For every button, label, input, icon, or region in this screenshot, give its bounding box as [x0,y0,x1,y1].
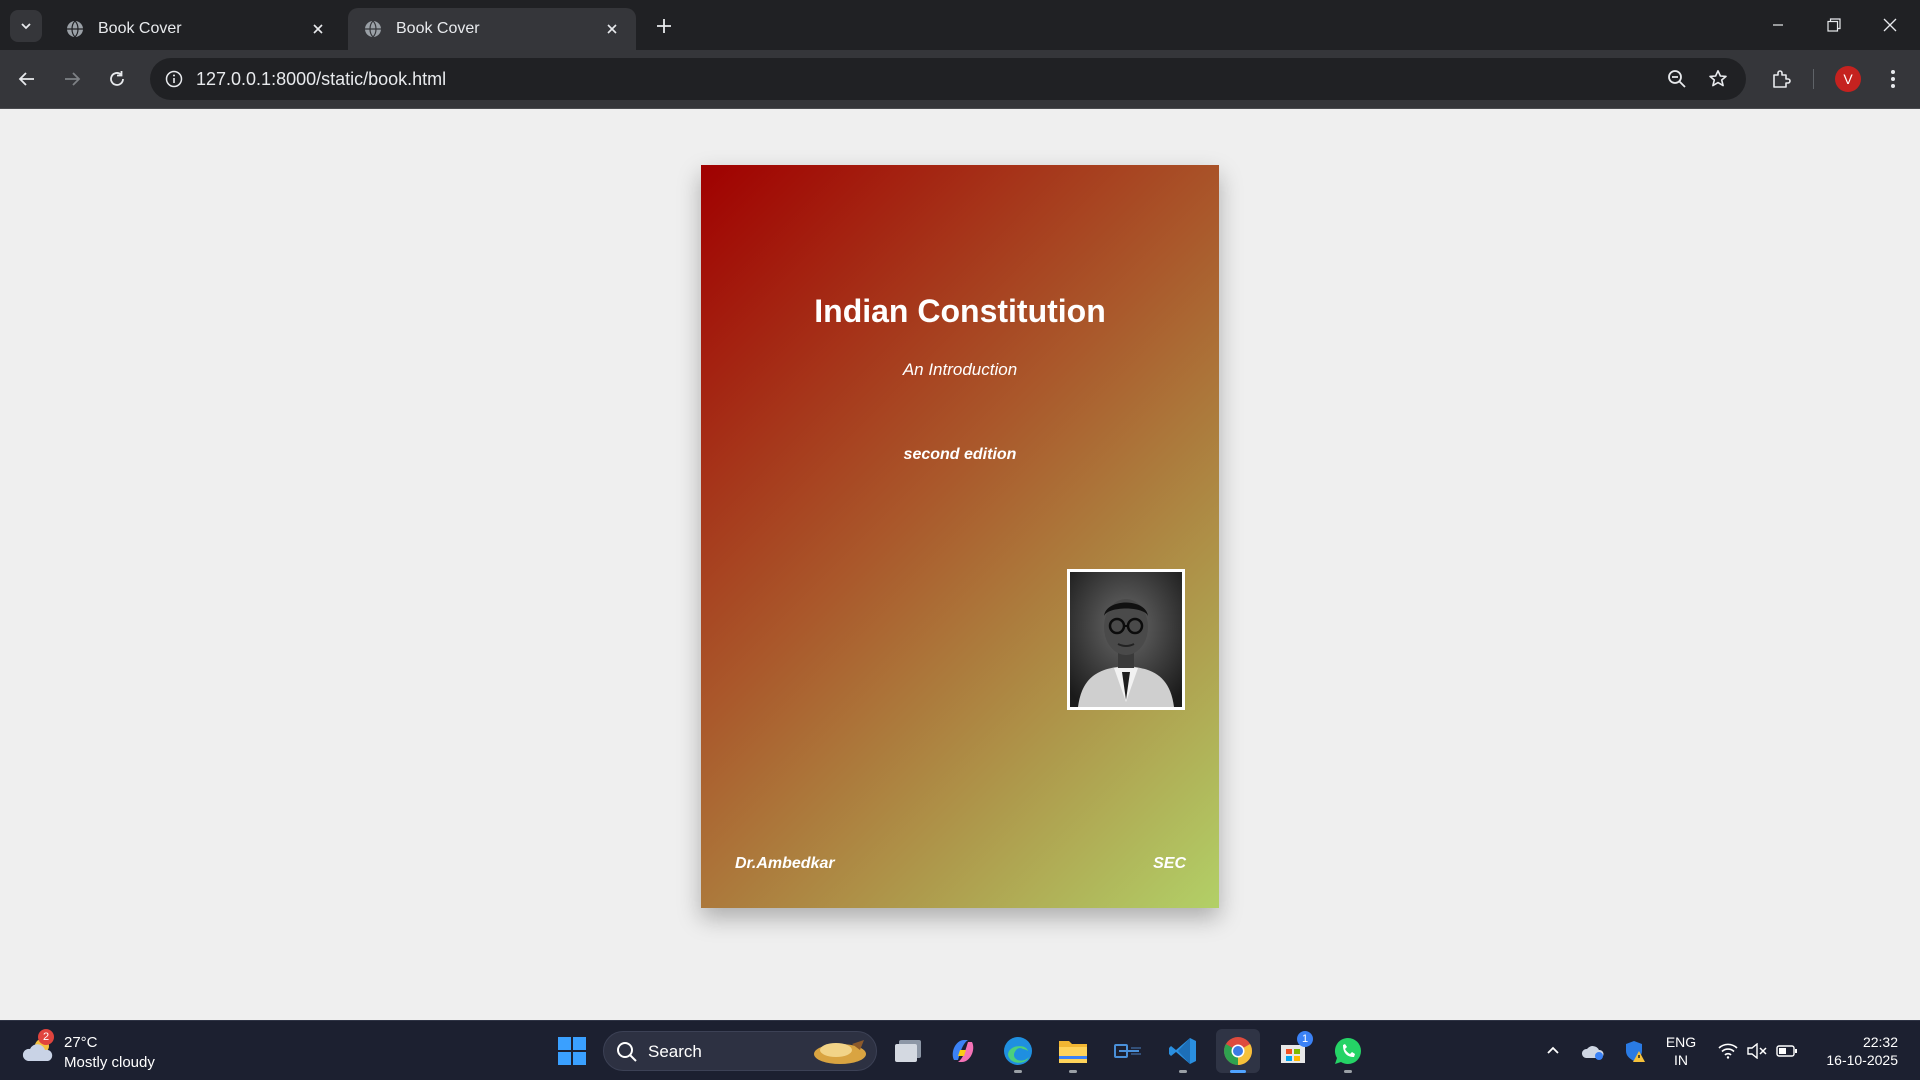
running-indicator [1230,1070,1246,1073]
start-button[interactable] [550,1029,594,1073]
close-tab-icon[interactable] [600,17,624,41]
chrome-button[interactable] [1216,1029,1260,1073]
book-author: Dr.Ambedkar [735,855,835,872]
browser-toolbar: 127.0.0.1:8000/static/book.html V [0,50,1920,109]
site-info-icon[interactable] [160,65,188,93]
restore-icon [1827,18,1841,32]
clock-date: 16-10-2025 [1826,1052,1898,1068]
arrow-left-icon [18,72,34,86]
minimize-button[interactable] [1750,0,1806,50]
language-code: ENG [1665,1034,1697,1050]
taskbar-search[interactable]: Search [603,1031,877,1071]
clock-time: 22:32 [1862,1034,1898,1050]
cloud-icon [1581,1046,1604,1060]
security-button[interactable] [1620,1021,1650,1080]
battery-icon [1776,1045,1797,1057]
region-code: IN [1674,1052,1688,1068]
battery-button[interactable] [1772,1021,1802,1080]
chevron-up-icon [1547,1046,1559,1054]
copilot-button[interactable] [941,1029,985,1073]
task-view-button[interactable] [886,1029,930,1073]
volume-button[interactable] [1742,1021,1772,1080]
wifi-button[interactable] [1713,1021,1743,1080]
search-highlight-icon [814,1040,866,1064]
shield-warning-icon [1626,1041,1645,1062]
puzzle-icon [1773,70,1791,88]
whatsapp-icon [1334,1037,1361,1065]
microsoft-store-button[interactable]: 1 [1271,1029,1315,1073]
vscode-button[interactable] [1161,1029,1205,1073]
running-indicator [1069,1070,1077,1073]
wifi-icon [1718,1043,1738,1059]
tab-title: Book Cover [98,20,182,37]
book-publisher: SEC [1153,855,1186,872]
snipping-tool-button[interactable] [1106,1029,1150,1073]
tab-strip: Book Cover Book Cover [0,0,1920,50]
globe-icon [364,20,382,38]
vscode-icon [1169,1038,1196,1064]
onedrive-button[interactable] [1578,1021,1608,1080]
book-cover: Indian Constitution An Introduction seco… [701,165,1219,908]
copilot-icon [952,1040,974,1062]
running-indicator [1179,1070,1187,1073]
weather-badge: 2 [38,1029,54,1045]
close-window-button[interactable] [1862,0,1918,50]
running-indicator [1014,1070,1022,1073]
toolbar-divider [1813,69,1814,89]
new-tab-button[interactable] [650,12,678,40]
weather-widget[interactable]: 2 27°C Mostly cloudy [18,1029,178,1073]
search-icon [617,1042,637,1062]
address-bar[interactable]: 127.0.0.1:8000/static/book.html [150,58,1746,100]
tab-book-cover-2[interactable]: Book Cover [348,8,636,50]
arrow-right-icon [65,72,81,86]
file-explorer-button[interactable] [1051,1029,1095,1073]
input-language[interactable]: ENG IN [1660,1033,1702,1069]
close-icon [1883,18,1897,32]
tab-search-button[interactable] [10,10,42,42]
tab-title: Book Cover [396,20,480,37]
reload-button[interactable] [100,62,134,96]
weather-temp: 27°C [64,1034,98,1051]
book-subtitle: An Introduction [902,360,1018,379]
weather-condition: Mostly cloudy [64,1054,155,1071]
snipping-tool-icon [1114,1044,1141,1058]
back-button[interactable] [10,62,44,96]
book-title: Indian Constitution [814,293,1106,329]
zoom-icon[interactable] [1662,64,1692,94]
plus-icon [657,19,671,33]
task-view-icon [895,1040,921,1062]
book-edition: second edition [903,446,1017,463]
reload-icon [110,71,124,86]
profile-avatar[interactable]: V [1835,66,1861,92]
search-label: Search [648,1042,702,1061]
globe-icon [66,20,84,38]
folder-icon [1059,1041,1087,1063]
browser-menu-button[interactable] [1876,62,1910,96]
url-text: 127.0.0.1:8000/static/book.html [196,69,447,89]
chevron-down-icon [21,23,31,30]
edge-button[interactable] [996,1029,1040,1073]
minimize-icon [1773,24,1783,26]
close-tab-icon[interactable] [306,17,330,41]
tab-book-cover-1[interactable]: Book Cover [50,8,342,50]
store-badge: 1 [1297,1031,1313,1047]
volume-muted-icon [1747,1043,1767,1059]
restore-button[interactable] [1806,0,1862,50]
windows-logo-icon [558,1037,586,1065]
author-portrait [1067,569,1185,710]
system-clock[interactable]: 22:32 16-10-2025 [1826,1033,1898,1069]
edge-icon [1004,1037,1032,1065]
extensions-button[interactable] [1764,62,1798,96]
windows-taskbar: 2 27°C Mostly cloudy Search 1 ENG IN 22:… [0,1020,1920,1080]
more-vertical-icon [1891,70,1895,88]
bookmark-star-icon[interactable] [1703,64,1733,94]
page-viewport: Indian Constitution An Introduction seco… [0,109,1920,1020]
forward-button[interactable] [55,62,89,96]
running-indicator [1344,1070,1352,1073]
whatsapp-button[interactable] [1326,1029,1370,1073]
show-hidden-icons-button[interactable] [1538,1021,1568,1080]
chrome-icon [1224,1037,1252,1065]
